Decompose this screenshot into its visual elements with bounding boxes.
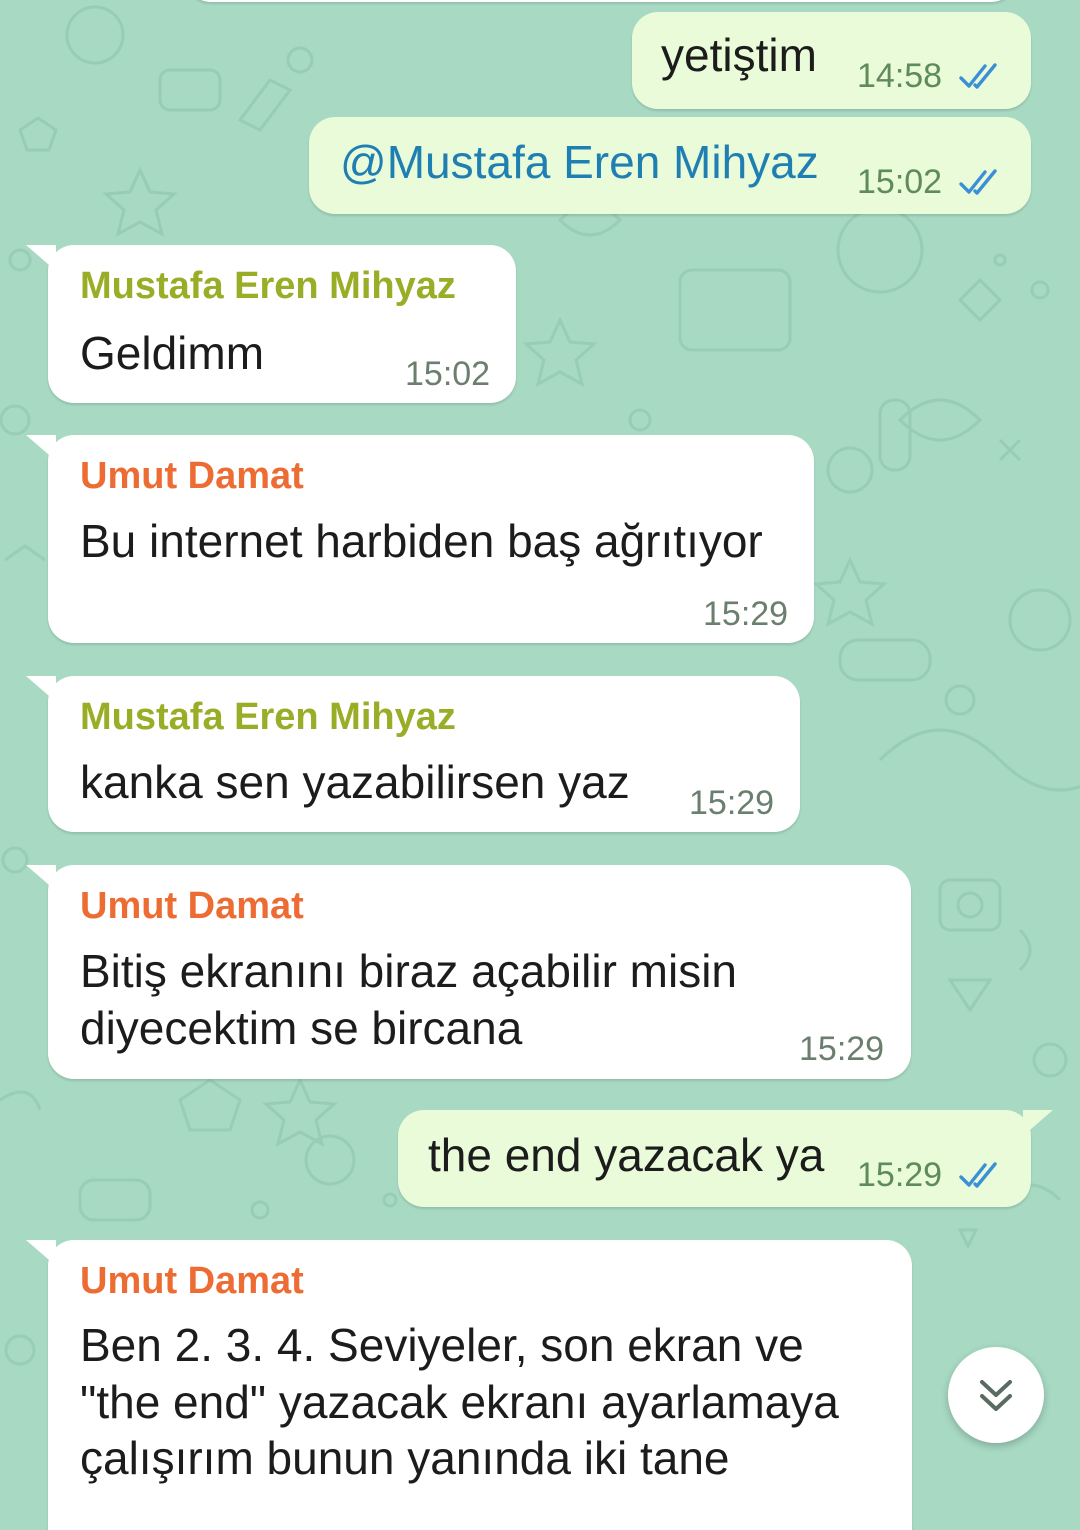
message-time: 14:58 <box>857 57 943 95</box>
message-time: 15:29 <box>689 784 775 822</box>
message-text: the end yazacak ya <box>428 1129 825 1181</box>
incoming-message-bubble[interactable]: Mustafa Eren Mihyaz Geldimm 15:02 <box>26 245 516 403</box>
sender-name[interactable]: Mustafa Eren Mihyaz <box>80 265 456 308</box>
message-time: 15:29 <box>799 1030 885 1068</box>
double-check-icon <box>959 63 997 89</box>
message-text: Bu internet harbiden baş ağrıtıyor <box>80 515 763 567</box>
outgoing-message-bubble[interactable]: @Mustafa Eren Mihyaz 15:02 <box>309 117 1031 214</box>
message-list[interactable]: yetiştim 14:58 @Mustafa Eren Mihyaz 15:0… <box>0 0 1080 1530</box>
message-text: kanka sen yazabilirsen yaz <box>80 756 630 808</box>
outgoing-message-bubble[interactable]: the end yazacak ya 15:29 <box>398 1110 1053 1207</box>
message-text-line: Bitiş ekranını biraz açabilir misin <box>80 945 738 997</box>
incoming-message-bubble[interactable]: Umut Damat Bitiş ekranını biraz açabilir… <box>26 865 911 1079</box>
sender-name[interactable]: Mustafa Eren Mihyaz <box>80 696 456 739</box>
incoming-message-bubble[interactable]: Umut Damat Bu internet harbiden baş ağrı… <box>26 435 814 643</box>
message-text: yetiştim <box>661 29 817 81</box>
sender-name[interactable]: Umut Damat <box>80 885 304 928</box>
message-text-line: çalışırım bunun yanında iki tane <box>80 1432 730 1484</box>
incoming-message-bubble[interactable]: Umut Damat Ben 2. 3. 4. Seviyeler, son e… <box>26 1240 912 1530</box>
double-check-icon <box>959 1162 997 1188</box>
message-time: 15:02 <box>857 163 943 201</box>
message-time: 15:29 <box>857 1156 943 1194</box>
message-time: 15:02 <box>405 355 491 393</box>
sender-name[interactable]: Umut Damat <box>80 1260 304 1303</box>
message-time: 15:29 <box>703 595 789 633</box>
message-text-line: diyecektim se bircana <box>80 1002 523 1054</box>
sender-name[interactable]: Umut Damat <box>80 455 304 498</box>
scroll-to-bottom-button[interactable] <box>948 1347 1044 1443</box>
previous-message-bubble[interactable] <box>185 0 1017 2</box>
message-text-line: Ben 2. 3. 4. Seviyeler, son ekran ve <box>80 1319 804 1371</box>
mention-link[interactable]: @Mustafa Eren Mihyaz <box>340 134 819 191</box>
message-text-line: "the end" yazacak ekranı ayarlamaya <box>80 1376 839 1428</box>
incoming-message-bubble[interactable]: Mustafa Eren Mihyaz kanka sen yazabilirs… <box>26 676 800 832</box>
message-text: Geldimm <box>80 327 265 379</box>
outgoing-message-bubble[interactable]: yetiştim 14:58 <box>632 12 1031 109</box>
double-check-icon <box>959 169 997 195</box>
double-chevron-down-icon <box>980 1380 1012 1411</box>
